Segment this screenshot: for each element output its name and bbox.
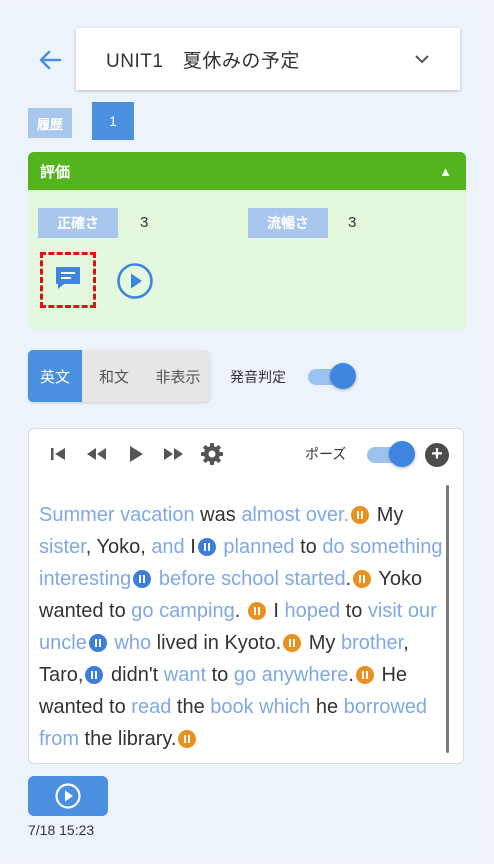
pronunciation-label: 発音判定	[230, 369, 286, 385]
highlighted-phrase[interactable]: sister	[39, 536, 86, 558]
play-circle-icon	[117, 263, 153, 299]
highlighted-phrase[interactable]: go camping	[131, 600, 234, 622]
highlighted-phrase[interactable]: go anywhere	[234, 664, 349, 686]
highlighted-phrase[interactable]: book which	[210, 696, 310, 718]
scrollbar[interactable]	[446, 485, 449, 753]
passage-word: lived in Kyoto.	[151, 632, 282, 654]
pronunciation-toggle[interactable]	[308, 363, 356, 389]
evaluation-title: 評価	[40, 163, 71, 181]
recording-timestamp: 7/18 15:23	[28, 822, 95, 838]
unit-dropdown[interactable]: UNIT1 夏休みの予定	[76, 28, 460, 90]
passage-word: to	[294, 536, 323, 558]
evaluation-panel: 評価 ▲ 正確さ 3 流暢さ 3	[28, 152, 466, 330]
passage-word: he	[310, 696, 344, 718]
highlighted-phrase[interactable]: brother	[341, 632, 403, 654]
collapse-triangle-icon[interactable]: ▲	[439, 164, 452, 179]
pause-marker-icon[interactable]	[355, 666, 374, 684]
add-pause-button[interactable]: +	[425, 443, 449, 467]
pause-marker-icon[interactable]	[85, 666, 104, 684]
passage-word: I	[267, 600, 285, 622]
passage-word: My	[371, 504, 404, 526]
passage-word: .	[345, 568, 352, 590]
passage-word: I	[184, 536, 196, 558]
evaluation-header[interactable]: 評価 ▲	[28, 152, 466, 190]
highlighted-phrase[interactable]: almost over.	[241, 504, 349, 526]
comment-button[interactable]	[40, 252, 96, 308]
skip-start-icon[interactable]	[47, 443, 69, 465]
pause-marker-icon[interactable]	[178, 730, 197, 748]
back-arrow-icon[interactable]	[36, 46, 64, 74]
accuracy-value: 3	[140, 214, 149, 231]
rewind-icon[interactable]	[83, 443, 109, 465]
fluency-label: 流暢さ	[248, 208, 328, 238]
highlighted-phrase[interactable]: want	[164, 664, 206, 686]
pause-label: ポーズ	[305, 446, 347, 462]
highlighted-phrase[interactable]: before school started	[159, 568, 346, 590]
history-label: 履歴	[28, 108, 72, 138]
play-icon[interactable]	[125, 443, 147, 465]
highlighted-phrase[interactable]: and	[151, 536, 184, 558]
accuracy-label: 正確さ	[38, 208, 118, 238]
highlighted-phrase[interactable]: read	[131, 696, 171, 718]
passage-word: , Yoko,	[85, 536, 152, 558]
pause-toggle[interactable]	[367, 441, 415, 467]
passage-word: the library.	[79, 728, 177, 750]
fast-forward-icon[interactable]	[161, 443, 187, 465]
pause-marker-icon[interactable]	[247, 602, 266, 620]
passage-word: .	[348, 664, 354, 686]
play-circle-icon	[55, 783, 81, 809]
pause-marker-icon[interactable]	[351, 506, 370, 524]
history-item-1[interactable]: 1	[92, 102, 134, 140]
passage-word: was	[194, 504, 242, 526]
pause-marker-icon[interactable]	[353, 570, 372, 588]
player-bar: ポーズ +	[29, 429, 463, 479]
pause-marker-icon[interactable]	[88, 634, 107, 652]
tab-english[interactable]: 英文	[28, 350, 82, 402]
highlighted-phrase[interactable]: planned	[223, 536, 294, 558]
passage-word: My	[303, 632, 341, 654]
passage-text: Summer vacation was almost over. My sist…	[39, 499, 451, 755]
highlighted-phrase[interactable]: who	[114, 632, 151, 654]
highlighted-phrase[interactable]: Summer vacation	[39, 504, 195, 526]
fluency-value: 3	[348, 214, 357, 231]
highlighted-phrase[interactable]: hoped	[285, 600, 341, 622]
passage-word: .	[234, 600, 246, 622]
pause-marker-icon[interactable]	[283, 634, 302, 652]
pause-marker-icon[interactable]	[133, 570, 152, 588]
settings-gear-icon[interactable]	[199, 443, 225, 465]
chevron-down-icon	[414, 51, 430, 68]
passage-word: to	[340, 600, 368, 622]
tab-hide[interactable]: 非表示	[146, 350, 210, 402]
unit-title: UNIT1 夏休みの予定	[106, 50, 300, 72]
passage-word: didn't	[105, 664, 164, 686]
passage-word: the	[171, 696, 211, 718]
passage-panel: ポーズ + Summer vacation was almost over. M…	[28, 428, 464, 764]
play-evaluation-button[interactable]	[116, 262, 154, 300]
pause-marker-icon[interactable]	[197, 538, 216, 556]
display-mode-selector: 英文 和文 非表示	[28, 350, 210, 402]
tab-japanese[interactable]: 和文	[82, 350, 146, 402]
recording-play-button[interactable]	[28, 776, 108, 816]
comment-icon	[54, 265, 82, 296]
passage-word: to	[206, 664, 234, 686]
